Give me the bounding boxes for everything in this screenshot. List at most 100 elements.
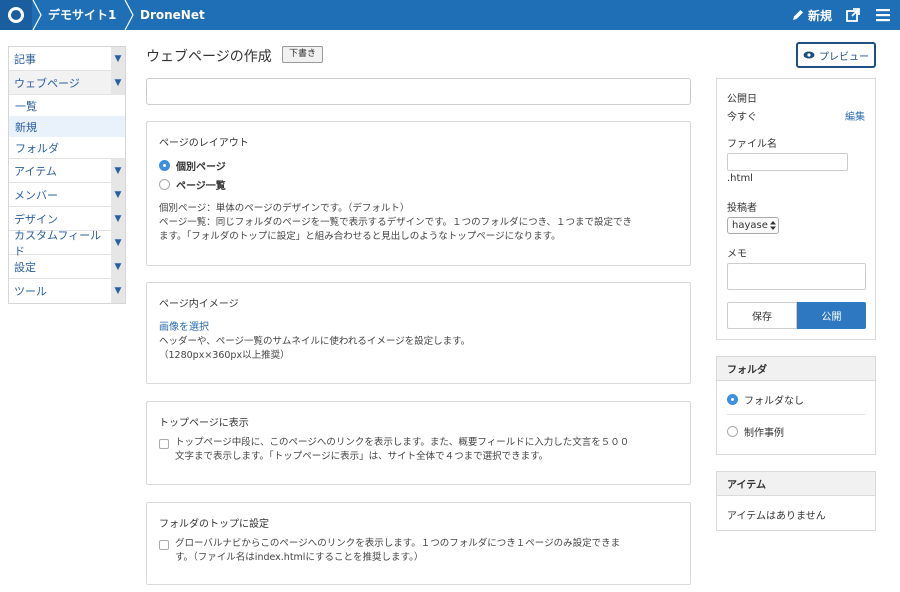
chevron-down-icon[interactable]: ▼ <box>111 279 125 303</box>
filename-input[interactable] <box>727 153 848 171</box>
save-button[interactable]: 保存 <box>727 302 797 329</box>
item-panel-heading: アイテム <box>717 472 875 496</box>
select-image-link[interactable]: 画像を選択 <box>159 318 209 333</box>
divider <box>727 414 865 415</box>
author-label: 投稿者 <box>727 203 757 214</box>
author-select-value: hayase <box>732 220 768 231</box>
breadcrumb-separator-icon <box>124 0 134 30</box>
image-panel-heading: ページ内イメージ <box>159 299 239 310</box>
item-panel: アイテム アイテムはありません <box>716 471 876 531</box>
publish-date-value: 今すぐ <box>727 112 757 123</box>
sidebar-item-label: アイテム <box>14 164 57 178</box>
sidebar-item-label: カスタムフィールド <box>14 228 102 258</box>
image-panel: ページ内イメージ 画像を選択 ヘッダーや、ページ一覧のサムネイルに使われるイメー… <box>146 282 691 384</box>
layout-option-list[interactable]: ページ一覧 <box>159 177 226 192</box>
chevron-down-icon[interactable]: ▼ <box>111 230 125 255</box>
top-bar: デモサイト1 DroneNet 新規 <box>0 0 900 30</box>
chevron-down-icon[interactable]: ▼ <box>111 158 125 183</box>
breadcrumb-separator-icon <box>32 0 42 30</box>
chevron-down-icon[interactable]: ▼ <box>111 254 125 279</box>
sidebar-item-label: ツール <box>14 285 47 298</box>
folder-top-heading: フォルダのトップに設定 <box>159 519 269 530</box>
radio-selected-icon[interactable] <box>727 394 738 405</box>
new-label: 新規 <box>807 8 832 23</box>
external-link-button[interactable] <box>844 6 862 24</box>
description-line: ヘッダーや、ページ一覧のサムネイルに使われるイメージを設定します。 <box>159 336 471 347</box>
description-line: （1280px×360px以上推奨） <box>159 350 290 361</box>
sidebar: 記事 ▼ ウェブページ ▼ 一覧 新規 フォルダ アイテム ▼ メンバー ▼ デ… <box>8 46 126 304</box>
show-on-top-checkbox[interactable] <box>159 439 169 449</box>
sidebar-subitem-list[interactable]: 一覧 <box>9 95 125 116</box>
description-line: ページ一覧：同じフォルダのページを一覧で表示するデザインです。１つのフォルダにつ… <box>159 217 633 228</box>
radio-selected-icon[interactable] <box>159 160 170 171</box>
folder-option-none[interactable]: フォルダなし <box>727 392 804 407</box>
layout-panel-heading: ページのレイアウト <box>159 138 249 149</box>
sidebar-subitem-folder[interactable]: フォルダ <box>9 137 125 158</box>
folder-panel-heading: フォルダ <box>717 357 875 381</box>
status-badge: 下書き <box>282 46 324 63</box>
sidebar-item-custom-fields[interactable]: カスタムフィールド ▼ <box>9 229 125 258</box>
publish-button[interactable]: 公開 <box>797 302 866 329</box>
filename-label: ファイル名 <box>727 139 777 150</box>
image-description: ヘッダーや、ページ一覧のサムネイルに使われるイメージを設定します。 （1280p… <box>159 335 681 363</box>
description-line: す。（ファイル名はindex.htmlにすることを推奨します。） <box>175 552 424 563</box>
sidebar-item-items[interactable]: アイテム ▼ <box>9 158 125 183</box>
publish-date-label: 公開日 <box>727 94 757 105</box>
preview-label: プレビュー <box>819 51 869 63</box>
folder-top-description: グローバルナビからこのページへのリンクを表示します。１つのフォルダにつき１ページ… <box>175 537 683 565</box>
sidebar-subitem-new[interactable]: 新規 <box>9 116 125 137</box>
sidebar-item-tools[interactable]: ツール ▼ <box>9 279 125 303</box>
sidebar-item-articles[interactable]: 記事 ▼ <box>9 46 125 71</box>
filename-suffix: .html <box>727 173 753 184</box>
layout-option-label: ページ一覧 <box>176 181 226 192</box>
menu-button[interactable] <box>874 6 892 24</box>
sidebar-item-webpages[interactable]: ウェブページ ▼ <box>9 70 125 95</box>
sidebar-submenu: 一覧 新規 フォルダ <box>9 95 125 159</box>
top-page-description: トップページ中段に、このページへのリンクを表示します。また、概要フィールドに入力… <box>175 436 683 464</box>
breadcrumb-site[interactable]: デモサイト1 <box>48 0 116 30</box>
folder-option-label: 制作事例 <box>744 428 784 439</box>
memo-input[interactable] <box>727 263 866 290</box>
sidebar-item-members[interactable]: メンバー ▼ <box>9 182 125 207</box>
description-line: 文字まで表示します。「トップページに表示」は、サイト全体で４つまで選択できます。 <box>175 451 549 462</box>
sidebar-item-label: ウェブページ <box>14 76 80 90</box>
top-page-panel: トップページに表示 トップページ中段に、このページへのリンクを表示します。また、… <box>146 401 691 485</box>
chevron-down-icon[interactable]: ▼ <box>111 70 125 95</box>
logo-icon[interactable] <box>0 0 32 30</box>
chevron-down-icon[interactable]: ▼ <box>111 206 125 231</box>
layout-option-label: 個別ページ <box>176 162 226 173</box>
menu-icon <box>876 9 890 22</box>
select-arrows-icon <box>769 221 776 230</box>
folder-top-checkbox[interactable] <box>159 540 169 550</box>
sidebar-item-label: メンバー <box>14 188 58 202</box>
radio-icon[interactable] <box>727 426 738 437</box>
item-empty-text: アイテムはありません <box>727 511 826 522</box>
eye-icon <box>803 51 815 59</box>
folder-option-works[interactable]: 制作事例 <box>727 424 784 439</box>
description-line: グローバルナビからこのページへのリンクを表示します。１つのフォルダにつき１ページ… <box>175 538 621 549</box>
description-line: 個別ページ：単体のページのデザインです。（デフォルト） <box>159 203 410 214</box>
edit-date-link[interactable]: 編集 <box>845 108 865 123</box>
chevron-down-icon[interactable]: ▼ <box>111 182 125 207</box>
description-line: ます。「フォルダのトップに設定」と組み合わせると見出しのようなトップページになり… <box>159 231 561 242</box>
preview-button[interactable]: プレビュー <box>796 42 876 68</box>
external-link-icon <box>846 8 860 22</box>
title-input[interactable] <box>146 78 691 105</box>
sidebar-item-settings[interactable]: 設定 ▼ <box>9 254 125 279</box>
layout-panel: ページのレイアウト 個別ページ ページ一覧 個別ページ：単体のページのデザインで… <box>146 121 691 266</box>
memo-label: メモ <box>727 249 747 260</box>
breadcrumb-app[interactable]: DroneNet <box>140 0 205 30</box>
sidebar-item-label: 記事 <box>14 52 36 66</box>
folder-top-panel: フォルダのトップに設定 グローバルナビからこのページへのリンクを表示します。１つ… <box>146 502 691 585</box>
chevron-down-icon[interactable]: ▼ <box>111 46 125 71</box>
sidebar-item-label: デザイン <box>14 212 58 226</box>
top-page-heading: トップページに表示 <box>159 418 249 429</box>
radio-icon[interactable] <box>159 179 170 190</box>
folder-option-label: フォルダなし <box>744 396 804 407</box>
layout-description: 個別ページ：単体のページのデザインです。（デフォルト） ページ一覧：同じフォルダ… <box>159 202 681 244</box>
layout-option-single[interactable]: 個別ページ <box>159 158 226 173</box>
author-select[interactable]: hayase <box>727 217 779 234</box>
page-title: ウェブページの作成 <box>146 49 272 65</box>
folder-panel: フォルダ フォルダなし 制作事例 <box>716 356 876 455</box>
new-button[interactable]: 新規 <box>791 7 832 24</box>
